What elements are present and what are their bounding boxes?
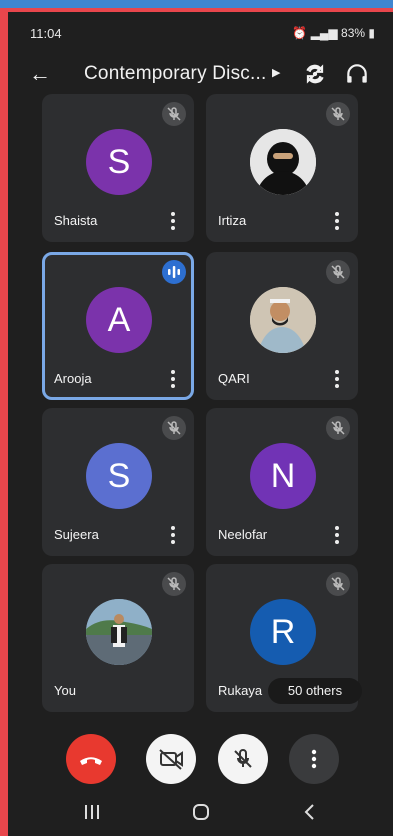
avatar: A	[86, 287, 152, 353]
call-controls	[8, 720, 393, 790]
meet-screen: 11:04 ⏰ ▂▄▆ 83% ▮ ← Contemporary Disc...…	[8, 12, 393, 836]
avatar: R	[250, 599, 316, 665]
caret-right-icon[interactable]: ▶	[272, 66, 280, 79]
participant-tile[interactable]: Irtiza	[206, 94, 358, 242]
audio-level-icon	[162, 260, 186, 284]
more-vert-icon	[311, 749, 317, 769]
participant-name: Shaista	[54, 213, 98, 228]
participant-tile-self[interactable]: You	[42, 564, 194, 712]
switch-camera-icon[interactable]	[302, 61, 328, 87]
mic-off-icon	[326, 102, 350, 126]
avatar-photo	[250, 129, 316, 195]
more-vert-icon[interactable]	[170, 526, 176, 544]
participant-name: QARI	[218, 371, 250, 386]
more-vert-icon[interactable]	[334, 370, 340, 388]
signal-icon: ▂▄▆	[310, 26, 338, 40]
more-options-button[interactable]	[289, 734, 339, 784]
more-vert-icon[interactable]	[334, 212, 340, 230]
alarm-icon: ⏰	[292, 26, 308, 40]
participant-tile[interactable]: N Neelofar	[206, 408, 358, 556]
hang-up-icon	[80, 757, 102, 765]
back-icon[interactable]	[300, 802, 320, 822]
participant-name: Sujeera	[54, 527, 99, 542]
more-vert-icon[interactable]	[334, 526, 340, 544]
status-icons: ⏰ ▂▄▆ 83% ▮	[292, 26, 375, 40]
mic-off-icon	[234, 748, 252, 768]
recent-apps-icon[interactable]	[82, 802, 102, 822]
mic-off-icon	[326, 260, 350, 284]
mic-off-icon	[162, 416, 186, 440]
camera-toggle-button[interactable]	[146, 734, 196, 784]
mic-off-icon	[326, 572, 350, 596]
back-arrow-icon[interactable]: ←	[26, 60, 54, 88]
mic-toggle-button[interactable]	[218, 734, 268, 784]
camera-off-icon	[159, 749, 183, 770]
avatar-photo	[250, 287, 316, 353]
mic-off-icon	[162, 572, 186, 596]
battery-percent: 83%	[341, 26, 366, 40]
headphones-icon[interactable]	[344, 61, 370, 87]
participant-name: Arooja	[54, 371, 92, 386]
participant-tile-active[interactable]: A Arooja	[42, 252, 194, 400]
participant-tile[interactable]: S Shaista	[42, 94, 194, 242]
top-strip	[0, 0, 393, 8]
meeting-title[interactable]: Contemporary Disc...	[84, 63, 266, 85]
status-time: 11:04	[30, 26, 62, 41]
status-bar: 11:04 ⏰ ▂▄▆ 83% ▮	[8, 12, 393, 52]
mic-off-icon	[326, 416, 350, 440]
avatar: S	[86, 129, 152, 195]
more-vert-icon[interactable]	[170, 370, 176, 388]
participant-name: You	[54, 683, 76, 698]
participant-name: Rukaya	[218, 683, 263, 698]
participant-name: Irtiza	[218, 213, 247, 228]
avatar: S	[86, 443, 152, 509]
avatar-photo	[86, 599, 152, 665]
battery-icon: ▮	[368, 26, 375, 40]
participant-name: Neelofar	[218, 527, 268, 542]
mic-off-icon	[162, 102, 186, 126]
end-call-button[interactable]	[66, 734, 116, 784]
more-vert-icon[interactable]	[170, 212, 176, 230]
android-nav-bar	[8, 788, 393, 836]
home-icon[interactable]	[191, 802, 211, 822]
others-chip[interactable]: 50 others	[268, 678, 362, 704]
avatar: N	[250, 443, 316, 509]
participant-tile[interactable]: QARI	[206, 252, 358, 400]
participant-tile[interactable]: S Sujeera	[42, 408, 194, 556]
